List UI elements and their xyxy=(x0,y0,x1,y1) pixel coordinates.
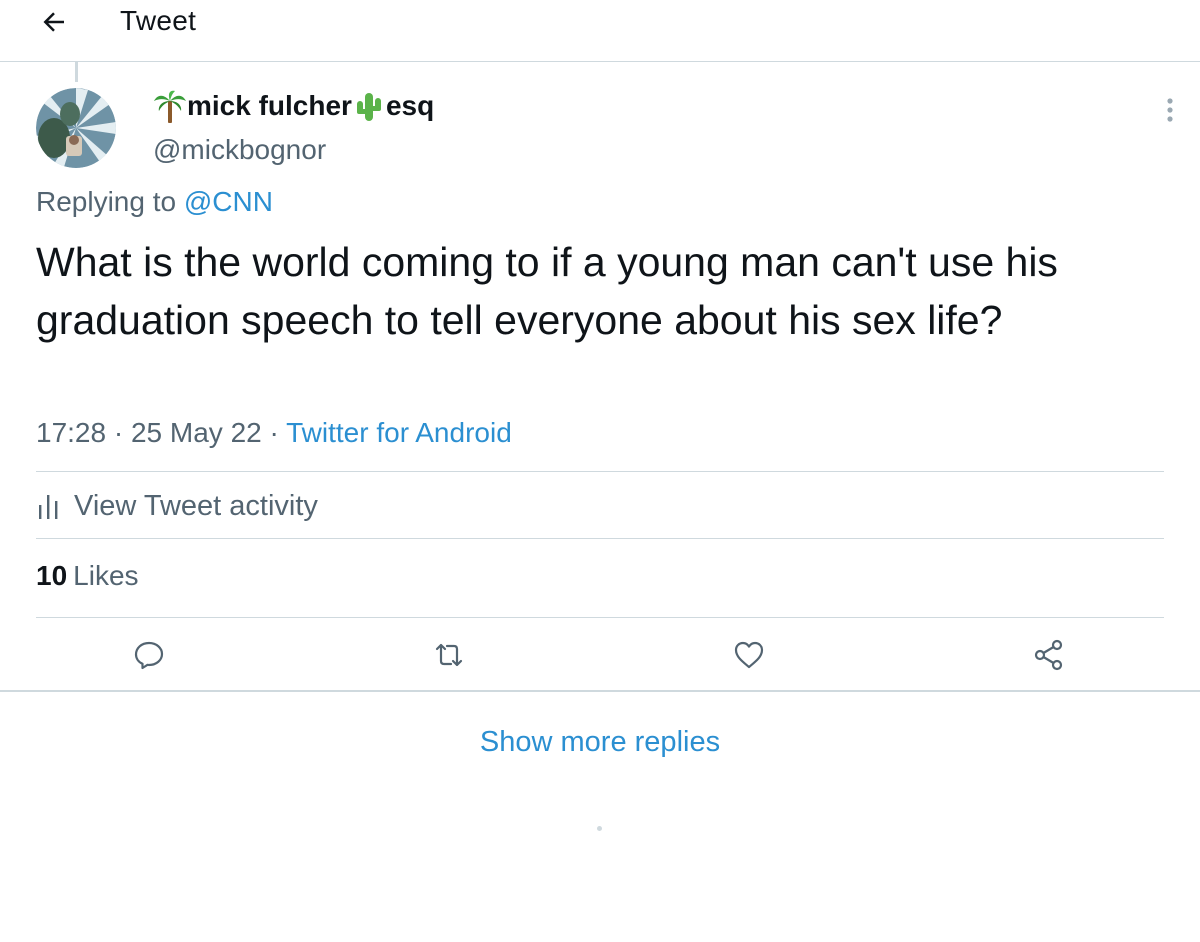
tweet-bottom-border xyxy=(0,690,1200,692)
author-name[interactable]: mick fulcher esq xyxy=(153,88,434,124)
divider xyxy=(36,617,1164,618)
retweet-icon xyxy=(435,643,463,667)
reply-mention-link[interactable]: @CNN xyxy=(184,186,273,217)
tweet-time[interactable]: 17:28 xyxy=(36,417,106,448)
likes-label: Likes xyxy=(73,560,139,591)
meta-separator: · xyxy=(106,417,131,448)
view-activity-button[interactable]: View Tweet activity xyxy=(36,486,318,526)
show-more-replies-link[interactable]: Show more replies xyxy=(0,726,1200,759)
palm-tree-icon xyxy=(154,90,186,123)
heart-icon xyxy=(734,641,764,669)
likes-number: 10 xyxy=(36,560,68,591)
replying-to: Replying to @CNN xyxy=(36,186,273,218)
reply-prefix: Replying to xyxy=(36,186,184,217)
loading-dot xyxy=(597,826,602,831)
bar-chart-icon xyxy=(39,495,58,519)
share-icon xyxy=(1034,639,1063,671)
arrow-left-icon xyxy=(43,12,64,32)
page-title: Tweet xyxy=(120,5,197,36)
share-button[interactable] xyxy=(1032,638,1066,672)
reply-button[interactable] xyxy=(132,638,166,672)
like-button[interactable] xyxy=(732,638,766,672)
more-options-button[interactable] xyxy=(1158,96,1182,124)
cactus-icon xyxy=(356,93,381,121)
author-name-text: mick fulcher xyxy=(187,90,352,121)
likes-count[interactable]: 10 Likes xyxy=(36,560,139,592)
tweet-date[interactable]: 25 May 22 xyxy=(131,417,262,448)
meta-separator: · xyxy=(261,417,287,448)
thread-connector-line xyxy=(75,62,78,82)
divider xyxy=(36,471,1164,472)
tweet-source-link[interactable]: Twitter for Android xyxy=(286,417,512,448)
reply-icon xyxy=(134,641,164,670)
more-vertical-icon xyxy=(1167,98,1173,122)
tweet-metadata: 17:28 · 25 May 22 · Twitter for Android xyxy=(36,417,512,449)
back-button[interactable] xyxy=(36,6,72,38)
view-activity-label: View Tweet activity xyxy=(74,489,318,522)
divider xyxy=(36,538,1164,539)
author-name-suffix: esq xyxy=(385,90,435,121)
avatar[interactable] xyxy=(36,88,116,168)
author-handle[interactable]: @mickbognor xyxy=(153,134,326,166)
tweet-text: What is the world coming to if a young m… xyxy=(36,239,1058,343)
app-header: Tweet xyxy=(0,0,1200,62)
retweet-button[interactable] xyxy=(432,638,466,672)
